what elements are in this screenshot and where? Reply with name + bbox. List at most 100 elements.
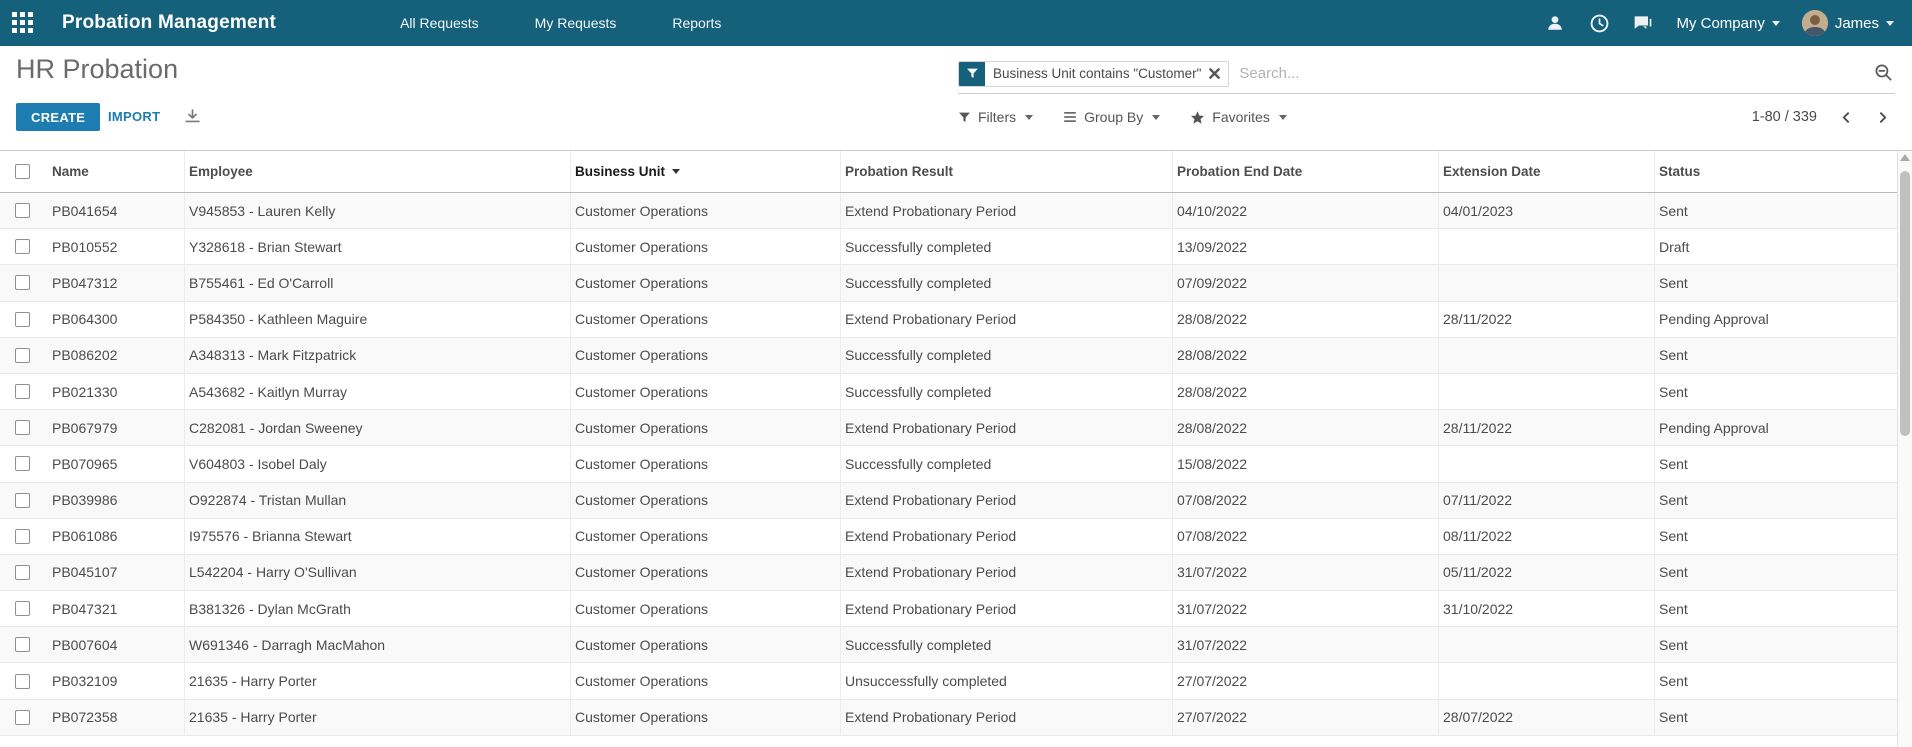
cell-probation-result: Successfully completed <box>840 446 1172 481</box>
cell-probation-end-date: 28/08/2022 <box>1172 338 1438 373</box>
row-checkbox[interactable] <box>15 312 30 327</box>
cell-extension-date <box>1438 374 1654 409</box>
vertical-scrollbar[interactable] <box>1897 151 1912 747</box>
cell-probation-result: Successfully completed <box>840 229 1172 264</box>
row-checkbox[interactable] <box>15 420 30 435</box>
favorites-dropdown[interactable]: Favorites <box>1190 109 1287 125</box>
row-checkbox[interactable] <box>15 565 30 580</box>
create-button[interactable]: CREATE <box>16 103 100 131</box>
cell-employee: V945853 - Lauren Kelly <box>184 193 570 228</box>
user-menu[interactable]: James <box>1802 10 1894 36</box>
row-checkbox[interactable] <box>15 384 30 399</box>
scroll-up-arrow-icon[interactable] <box>1900 154 1910 161</box>
cell-name: PB047321 <box>40 591 184 626</box>
table-row[interactable]: PB047321 B381326 - Dylan McGrath Custome… <box>0 591 1897 627</box>
pager-range: 1-80 / 339 <box>1752 109 1817 125</box>
avatar <box>1802 10 1828 36</box>
column-header-employee[interactable]: Employee <box>184 151 570 192</box>
cell-name: PB032109 <box>40 663 184 698</box>
menu-my-requests[interactable]: My Requests <box>531 9 621 37</box>
list-view: Name Employee Business Unit Probation Re… <box>0 150 1912 747</box>
table-row[interactable]: PB070965 V604803 - Isobel Daly Customer … <box>0 446 1897 482</box>
group-by-dropdown[interactable]: Group By <box>1063 109 1160 125</box>
row-checkbox[interactable] <box>15 601 30 616</box>
activities-clock-icon[interactable] <box>1588 12 1610 34</box>
cell-business-unit: Customer Operations <box>570 193 840 228</box>
table-row[interactable]: PB032109 21635 - Harry Porter Customer O… <box>0 663 1897 699</box>
company-switcher[interactable]: My Company <box>1676 15 1779 32</box>
filters-dropdown[interactable]: Filters <box>958 109 1033 125</box>
table-row[interactable]: PB010552 Y328618 - Brian Stewart Custome… <box>0 229 1897 265</box>
cell-name: PB047312 <box>40 265 184 300</box>
import-button[interactable]: IMPORT <box>108 103 160 131</box>
cell-employee: 21635 - Harry Porter <box>184 700 570 735</box>
apps-grid-icon[interactable] <box>0 0 46 46</box>
table-row[interactable]: PB047312 B755461 - Ed O'Carroll Customer… <box>0 265 1897 301</box>
cell-status: Sent <box>1654 265 1897 300</box>
cell-business-unit: Customer Operations <box>570 302 840 337</box>
cell-probation-result: Extend Probationary Period <box>840 591 1172 626</box>
table-row[interactable]: PB007604 W691346 - Darragh MacMahon Cust… <box>0 627 1897 663</box>
row-checkbox[interactable] <box>15 348 30 363</box>
cell-extension-date: 05/11/2022 <box>1438 555 1654 590</box>
chevron-down-icon <box>1886 21 1894 26</box>
user-directory-icon[interactable] <box>1544 12 1566 34</box>
user-name: James <box>1835 15 1879 32</box>
cell-extension-date: 04/01/2023 <box>1438 193 1654 228</box>
cell-probation-result: Successfully completed <box>840 265 1172 300</box>
menu-all-requests[interactable]: All Requests <box>396 9 483 37</box>
search-options-magnifier-icon[interactable] <box>1872 61 1895 87</box>
column-header-status[interactable]: Status <box>1654 151 1897 192</box>
row-checkbox-cell <box>0 700 40 735</box>
chevron-down-icon <box>1279 115 1287 120</box>
cell-extension-date <box>1438 338 1654 373</box>
export-download-icon[interactable] <box>184 108 201 130</box>
row-checkbox[interactable] <box>15 529 30 544</box>
table-row[interactable]: PB064300 P584350 - Kathleen Maguire Cust… <box>0 302 1897 338</box>
table-row[interactable]: PB039986 O922874 - Tristan Mullan Custom… <box>0 483 1897 519</box>
cell-status: Draft <box>1654 229 1897 264</box>
column-header-name[interactable]: Name <box>40 151 184 192</box>
facet-remove-icon[interactable] <box>1209 68 1220 79</box>
row-checkbox[interactable] <box>15 239 30 254</box>
cell-employee: A543682 - Kaitlyn Murray <box>184 374 570 409</box>
column-header-business-unit[interactable]: Business Unit <box>570 151 840 192</box>
cell-extension-date <box>1438 446 1654 481</box>
table-row[interactable]: PB041654 V945853 - Lauren Kelly Customer… <box>0 193 1897 229</box>
row-checkbox[interactable] <box>15 493 30 508</box>
cell-employee: 21635 - Harry Porter <box>184 663 570 698</box>
table-body: PB041654 V945853 - Lauren Kelly Customer… <box>0 193 1897 736</box>
column-header-probation-end-date[interactable]: Probation End Date <box>1172 151 1438 192</box>
row-checkbox[interactable] <box>15 275 30 290</box>
row-checkbox-cell <box>0 229 40 264</box>
table-row[interactable]: PB021330 A543682 - Kaitlyn Murray Custom… <box>0 374 1897 410</box>
cell-extension-date: 28/07/2022 <box>1438 700 1654 735</box>
row-checkbox[interactable] <box>15 710 30 725</box>
row-checkbox[interactable] <box>15 203 30 218</box>
scrollbar-thumb[interactable] <box>1900 171 1910 436</box>
table-row[interactable]: PB061086 I975576 - Brianna Stewart Custo… <box>0 519 1897 555</box>
cell-name: PB061086 <box>40 519 184 554</box>
cell-business-unit: Customer Operations <box>570 700 840 735</box>
cell-probation-result: Extend Probationary Period <box>840 193 1172 228</box>
row-checkbox[interactable] <box>15 456 30 471</box>
cell-probation-end-date: 28/08/2022 <box>1172 374 1438 409</box>
favorites-label: Favorites <box>1212 109 1270 125</box>
row-checkbox[interactable] <box>15 674 30 689</box>
table-row[interactable]: PB067979 C282081 - Jordan Sweeney Custom… <box>0 410 1897 446</box>
row-checkbox[interactable] <box>15 637 30 652</box>
table-row[interactable]: PB045107 L542204 - Harry O'Sullivan Cust… <box>0 555 1897 591</box>
pager-previous-button[interactable] <box>1833 104 1859 130</box>
messages-chat-icon[interactable] <box>1632 12 1654 34</box>
search-input[interactable] <box>1229 65 1872 82</box>
pager-next-button[interactable] <box>1869 104 1895 130</box>
column-header-extension-date[interactable]: Extension Date <box>1438 151 1654 192</box>
cell-status: Sent <box>1654 446 1897 481</box>
column-header-probation-result[interactable]: Probation Result <box>840 151 1172 192</box>
chevron-down-icon <box>1772 21 1780 26</box>
menu-reports[interactable]: Reports <box>668 9 725 37</box>
table-row[interactable]: PB086202 A348313 - Mark Fitzpatrick Cust… <box>0 338 1897 374</box>
select-all-checkbox[interactable] <box>15 164 30 179</box>
cell-employee: W691346 - Darragh MacMahon <box>184 627 570 662</box>
table-row[interactable]: PB072358 21635 - Harry Porter Customer O… <box>0 700 1897 736</box>
